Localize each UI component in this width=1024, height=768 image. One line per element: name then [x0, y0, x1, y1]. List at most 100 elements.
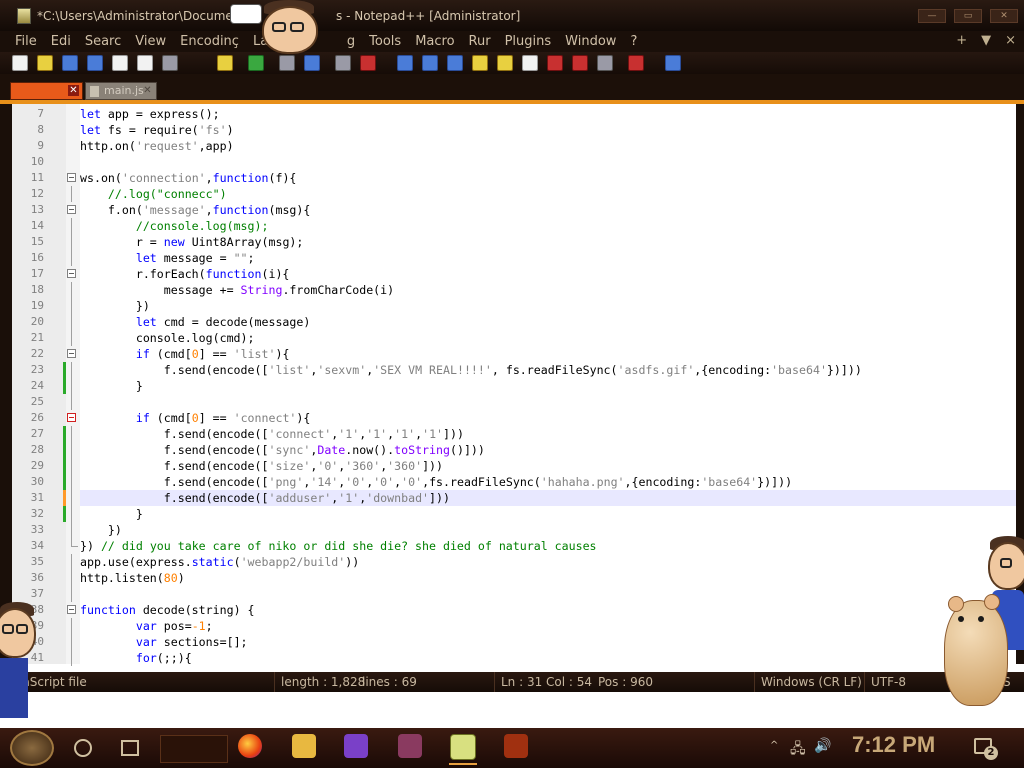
- tab-close-icon[interactable]: ✕: [142, 85, 153, 96]
- notepadpp-taskbar-icon[interactable]: [449, 734, 477, 765]
- code-line[interactable]: 18 message += String.fromCharCode(i): [31, 282, 1016, 298]
- close-file-icon[interactable]: [112, 55, 128, 71]
- menu-tools[interactable]: Tools: [362, 34, 408, 49]
- code-line[interactable]: 24 }: [31, 378, 1016, 394]
- fold-toggle-icon[interactable]: [67, 269, 76, 278]
- code-line[interactable]: 27 f.send(encode(['connect','1','1','1',…: [31, 426, 1016, 442]
- zoom-out-icon[interactable]: [360, 55, 376, 71]
- code-editor[interactable]: 7 let app = express(); 8 let fs = require('…: [0, 104, 1024, 666]
- code-line[interactable]: 21 console.log(cmd);: [31, 330, 1016, 346]
- desktop-pet-man-left[interactable]: [0, 600, 40, 720]
- task-view-icon[interactable]: [121, 740, 139, 756]
- tab-list-button[interactable]: ▼: [981, 33, 991, 48]
- code-line[interactable]: 40 var sections=[];: [31, 634, 1016, 650]
- code-line[interactable]: 17 r.forEach(function(i){: [31, 266, 1016, 282]
- code-text[interactable]: 7 let app = express(); 8 let fs = require('…: [31, 106, 1016, 666]
- tray-overflow-icon[interactable]: ^: [770, 740, 778, 751]
- code-line[interactable]: 8 let fs = require('fs'): [37, 122, 1016, 138]
- visual-studio-icon[interactable]: [344, 734, 368, 758]
- indent-guide-icon[interactable]: [447, 55, 463, 71]
- fold-toggle-icon[interactable]: [67, 173, 76, 182]
- clock[interactable]: 7:12 PM: [852, 732, 935, 758]
- game-app-icon[interactable]: [398, 734, 422, 758]
- record-macro-icon[interactable]: [572, 55, 588, 71]
- code-line[interactable]: 13 f.on('message',function(msg){: [31, 202, 1016, 218]
- close-all-icon[interactable]: [137, 55, 153, 71]
- fold-toggle-icon[interactable]: [67, 205, 76, 214]
- new-file-icon[interactable]: [12, 55, 28, 71]
- paste-icon[interactable]: [217, 55, 233, 71]
- record-icon[interactable]: [628, 55, 644, 71]
- menu-view[interactable]: View: [128, 34, 173, 49]
- replace-icon[interactable]: [304, 55, 320, 71]
- menu-file[interactable]: File: [8, 34, 44, 49]
- firefox-icon[interactable]: [238, 734, 262, 758]
- start-icon[interactable]: [10, 730, 54, 766]
- run-macro-multiple-icon[interactable]: [665, 55, 681, 71]
- code-line[interactable]: 41 for(;;){: [31, 650, 1016, 666]
- menu-edit[interactable]: Edi: [44, 34, 78, 49]
- find-icon[interactable]: [279, 55, 295, 71]
- code-line[interactable]: 11 ws.on('connection',function(f){: [31, 170, 1016, 186]
- status-eol[interactable]: Windows (CR LF): [754, 672, 862, 692]
- tab-active-document[interactable]: ✕: [10, 82, 83, 100]
- code-line[interactable]: 19 }): [31, 298, 1016, 314]
- code-line[interactable]: 10: [31, 154, 1016, 170]
- code-line[interactable]: 33 }): [31, 522, 1016, 538]
- code-line[interactable]: 35 app.use(express.static('webapp2/build'…: [31, 554, 1016, 570]
- menu-help[interactable]: ?: [623, 34, 644, 49]
- minimize-button[interactable]: —: [918, 9, 946, 23]
- code-line[interactable]: 22 if (cmd[0] == 'list'){: [31, 346, 1016, 362]
- status-encoding[interactable]: UTF-8: [864, 672, 906, 692]
- code-line[interactable]: 36 http.listen(80): [31, 570, 1016, 586]
- code-line[interactable]: 20 let cmd = decode(message): [31, 314, 1016, 330]
- menu-run[interactable]: Rur: [462, 34, 498, 49]
- menu-window[interactable]: Window: [558, 34, 623, 49]
- code-line[interactable]: 26 if (cmd[0] == 'connect'){: [31, 410, 1016, 426]
- menu-macro[interactable]: Macro: [408, 34, 461, 49]
- open-file-icon[interactable]: [37, 55, 53, 71]
- doc-map-icon[interactable]: [472, 55, 488, 71]
- desktop-pet-man-top[interactable]: [222, 0, 332, 56]
- code-line[interactable]: 32 }: [31, 506, 1016, 522]
- code-line[interactable]: 28 f.send(encode(['sync',Date.now().toSt…: [31, 442, 1016, 458]
- save-all-icon[interactable]: [87, 55, 103, 71]
- tab-close-icon[interactable]: ✕: [68, 85, 79, 96]
- save-icon[interactable]: [62, 55, 78, 71]
- folder-workspace-icon[interactable]: [522, 55, 538, 71]
- sync-scroll-icon[interactable]: [397, 55, 413, 71]
- fold-toggle-icon[interactable]: [67, 605, 76, 614]
- monitoring-icon[interactable]: [547, 55, 563, 71]
- media-app-icon[interactable]: [504, 734, 528, 758]
- code-line[interactable]: 29 f.send(encode(['size','0','360','360'…: [31, 458, 1016, 474]
- close-doc-button[interactable]: ×: [1005, 33, 1016, 48]
- menu-plugins[interactable]: Plugins: [498, 34, 559, 49]
- code-line[interactable]: 37: [31, 586, 1016, 602]
- code-line[interactable]: 7 let app = express();: [37, 106, 1016, 122]
- code-line[interactable]: 15 r = new Uint8Array(msg);: [31, 234, 1016, 250]
- redo-icon[interactable]: [248, 55, 264, 71]
- menu-settings[interactable]: g: [340, 34, 362, 49]
- print-icon[interactable]: [162, 55, 178, 71]
- menu-search[interactable]: Searc: [78, 34, 128, 49]
- fold-toggle-icon[interactable]: [67, 413, 76, 422]
- new-tab-button[interactable]: +: [956, 33, 967, 48]
- fold-toggle-icon[interactable]: [67, 349, 76, 358]
- stop-record-icon[interactable]: [597, 55, 613, 71]
- code-line[interactable]: 9 http.on('request',app): [37, 138, 1016, 154]
- code-line[interactable]: 30 f.send(encode(['png','14','0','0','0'…: [31, 474, 1016, 490]
- code-line[interactable]: 12 //.log("connecc"): [31, 186, 1016, 202]
- code-line[interactable]: 38 function decode(string) {: [31, 602, 1016, 618]
- network-icon[interactable]: 🖧: [790, 738, 806, 762]
- code-line[interactable]: 34}) // did you take care of niko or did…: [31, 538, 1016, 554]
- fold-margin[interactable]: [66, 104, 80, 664]
- volume-icon[interactable]: 🔊: [814, 738, 831, 754]
- code-line[interactable]: 25: [31, 394, 1016, 410]
- code-line[interactable]: 31 f.send(encode(['adduser','1','downbad…: [31, 490, 1016, 506]
- zoom-in-icon[interactable]: [335, 55, 351, 71]
- code-line[interactable]: 14 //console.log(msg);: [31, 218, 1016, 234]
- maximize-button[interactable]: ▭: [954, 9, 982, 23]
- cortana-icon[interactable]: [74, 739, 92, 757]
- tab-main-js[interactable]: main.js ✕: [85, 82, 157, 100]
- close-button[interactable]: ✕: [990, 9, 1018, 23]
